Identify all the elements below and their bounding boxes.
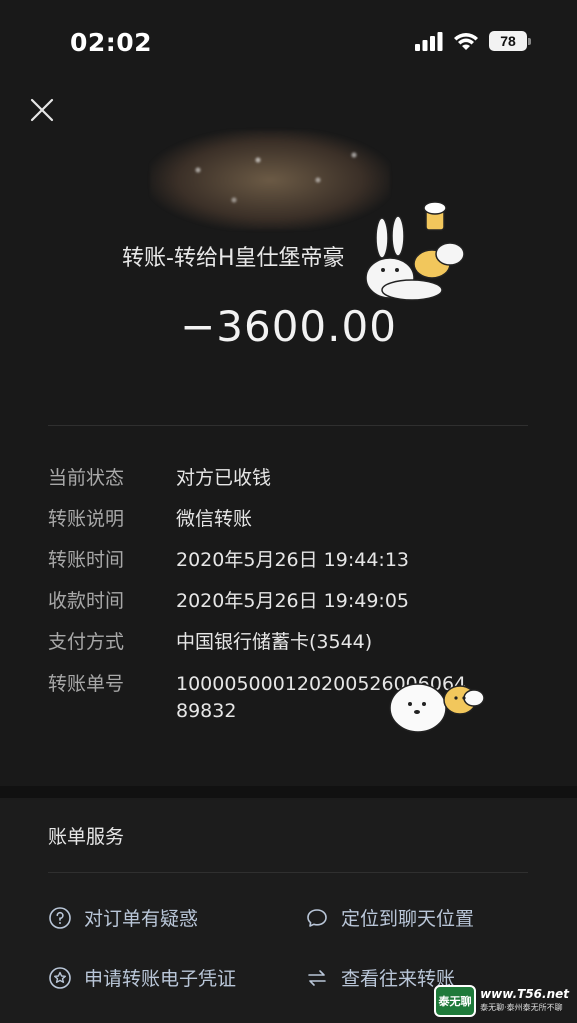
service-label: 对订单有疑惑 [84,908,199,930]
question-circle-icon [49,906,71,929]
battery-level: 78 [489,31,527,51]
service-locate-chat[interactable]: 定位到聊天位置 [305,904,474,931]
avatar-redacted [150,130,390,230]
services-title: 账单服务 [48,826,125,848]
watermark-slogan: 泰无聊·泰州泰无所不聊 [480,1003,563,1012]
watermark-logo: 泰无聊 [434,985,477,1017]
detail-label: 转账单号 [48,673,125,695]
signal-icon [415,32,443,51]
chat-bubble-icon [307,908,327,927]
status-bar: 02:02 78 [0,0,577,90]
divider [48,872,528,873]
detail-label: 收款时间 [48,590,125,612]
service-label: 申请转账电子凭证 [84,968,237,990]
wifi-icon [454,33,478,50]
close-button[interactable] [26,94,58,126]
watermark-url: www.T56.net [480,987,569,1001]
detail-row-receive-time: 收款时间 2020年5月26日 19:49:05 [48,588,528,615]
watermark-text: www.T56.net 泰无聊·泰州泰无所不聊 [480,988,569,1014]
section-gap [0,786,577,798]
detail-row-status: 当前状态 对方已收钱 [48,465,528,492]
detail-row-transfer-time: 转账时间 2020年5月26日 19:44:13 [48,547,528,574]
battery-tip [528,37,531,45]
detail-value: 2020年5月26日 19:44:13 [176,549,409,571]
service-view-transfers[interactable]: 查看往来转账 [305,964,455,991]
watermark: 泰无聊 www.T56.net 泰无聊·泰州泰无所不聊 [434,985,569,1017]
detail-value: 2020年5月26日 19:49:05 [176,590,409,612]
transfer-title: 转账-转给H皇仕堡帝豪 [122,246,345,271]
swap-arrows-icon [308,969,326,986]
detail-row-description: 转账说明 微信转账 [48,506,528,533]
detail-label: 支付方式 [48,631,125,653]
detail-value: 对方已收钱 [176,467,272,489]
detail-label: 转账时间 [48,549,125,571]
detail-row-payment-method: 支付方式 中国银行储蓄卡(3544) [48,629,528,656]
star-circle-icon [49,966,71,989]
battery-indicator: 78 [489,31,531,51]
detail-label: 当前状态 [48,467,125,489]
detail-value: 微信转账 [176,508,253,530]
detail-label: 转账说明 [48,508,125,530]
status-time: 02:02 [70,28,153,57]
service-apply-voucher[interactable]: 申请转账电子凭证 [48,964,236,991]
transfer-amount: −3600.00 [180,302,397,351]
detail-value: 中国银行储蓄卡(3544) [176,631,373,653]
service-order-question[interactable]: 对订单有疑惑 [48,904,198,931]
dog-sticker-icon [389,683,485,733]
close-icon [30,98,54,122]
status-icons: 78 [415,31,531,51]
service-label: 定位到聊天位置 [341,908,475,930]
divider [48,425,528,426]
